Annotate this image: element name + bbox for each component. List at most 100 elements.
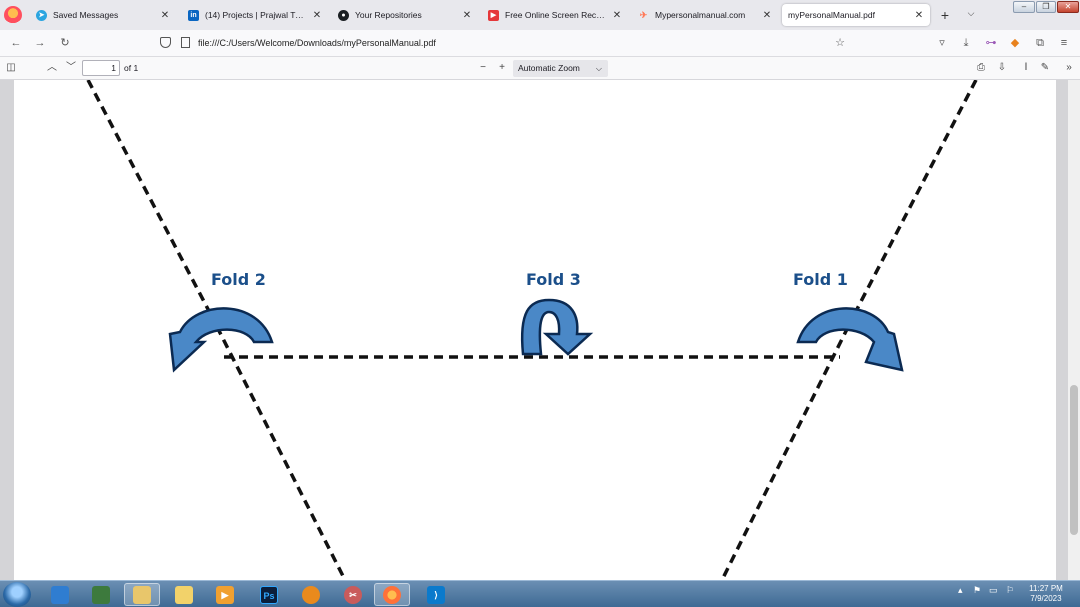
system-clock[interactable]: 11:27 PM 7/9/2023: [1025, 584, 1067, 604]
vertical-scrollbar[interactable]: [1068, 80, 1080, 580]
folder-icon: [133, 585, 151, 604]
back-button[interactable]: ←: [9, 36, 23, 50]
tab-title: (14) Projects | Prajwal Tulawe | L: [205, 10, 306, 20]
close-tab-icon[interactable]: ✕: [160, 10, 170, 21]
taskbar-photoshop[interactable]: Ps: [251, 583, 287, 606]
forward-button[interactable]: →: [33, 36, 47, 50]
recorder-icon: ▶: [488, 9, 499, 21]
downloads-icon[interactable]: ⤓: [959, 36, 973, 50]
taskbar-media-player[interactable]: ▶: [207, 583, 243, 606]
taskbar-snipping-tool[interactable]: ✂: [335, 583, 371, 606]
show-hidden-icons[interactable]: ▴: [958, 585, 963, 596]
notes-icon: [175, 585, 193, 604]
close-tab-icon[interactable]: ✕: [612, 10, 622, 21]
scrollbar-thumb[interactable]: [1070, 385, 1078, 535]
tab-title: Your Repositories: [355, 10, 422, 20]
draw-tool-icon[interactable]: ✎: [1038, 61, 1052, 75]
extension-icon[interactable]: ⊶: [984, 36, 998, 50]
navigation-bar: ← → ↻ file:///C:/Users/Welcome/Downloads…: [0, 30, 1080, 57]
close-tab-icon[interactable]: ✕: [462, 10, 472, 21]
tools-menu-icon[interactable]: »: [1062, 61, 1076, 75]
pdf-page: Fold 2 Fold 3 Fold 1: [14, 80, 1056, 580]
reload-button[interactable]: ↻: [58, 36, 72, 50]
taskbar-system-tool[interactable]: [83, 583, 119, 606]
tab-screen-recorder[interactable]: ▶ Free Online Screen Recorder & Vi ✕: [482, 4, 628, 26]
zoom-select[interactable]: Automatic Zoom ⌵: [513, 60, 608, 77]
tab-linkedin[interactable]: in (14) Projects | Prajwal Tulawe | L ✕: [182, 4, 328, 26]
tracking-protection-icon[interactable]: [160, 37, 171, 48]
tab-title: myPersonalManual.pdf: [788, 10, 875, 20]
taskbar-notes[interactable]: [166, 583, 202, 606]
photoshop-icon: Ps: [260, 585, 278, 604]
display-icon[interactable]: ▭: [989, 585, 998, 596]
list-all-tabs-button[interactable]: ⌵: [964, 8, 978, 19]
zoom-in-icon[interactable]: +: [495, 61, 509, 75]
taskbar-vscode[interactable]: ⟩: [418, 583, 454, 606]
firefox-menu-icon[interactable]: [4, 6, 22, 24]
action-center-icon[interactable]: ⚐: [1006, 585, 1014, 596]
restore-button[interactable]: ❐: [1036, 1, 1056, 13]
firefox-icon: [383, 585, 401, 604]
text-tool-icon[interactable]: Ⅰ: [1019, 61, 1033, 75]
fl-studio-icon: [302, 585, 320, 604]
taskbar-firefox[interactable]: [374, 583, 410, 606]
close-tab-icon[interactable]: ✕: [312, 10, 322, 21]
extensions-puzzle-icon[interactable]: ⧉: [1033, 36, 1047, 50]
fold-2-arrow-icon: [168, 307, 274, 373]
tab-strip: ➤ Saved Messages ✕ in (14) Projects | Pr…: [0, 0, 1080, 30]
page-info-icon[interactable]: [181, 37, 190, 48]
fold-3-label: Fold 3: [526, 270, 581, 289]
snipping-tool-icon: ✂: [344, 585, 362, 604]
network-icon[interactable]: ⚑: [973, 585, 981, 596]
fold-diagram: [86, 80, 978, 580]
pdf-toolbar: ◫ ︿ ﹀ 1 of 1 − + Automatic Zoom ⌵ ⎙ ⇩ Ⅰ …: [0, 57, 1080, 80]
windows-taskbar: ▶ Ps ✂ ⟩ ▴ ⚑ ▭ ⚐ 11:27 PM 7/9/2023: [0, 580, 1080, 607]
taskbar-fl-studio[interactable]: [293, 583, 329, 606]
taskbar-control-panel[interactable]: [42, 583, 78, 606]
clock-time: 11:27 PM: [1029, 584, 1063, 593]
zoom-out-icon[interactable]: −: [476, 61, 490, 75]
chevron-down-icon: ⌵: [595, 64, 602, 73]
save-icon[interactable]: ⇩: [995, 61, 1009, 75]
bookmark-star-icon[interactable]: ☆: [833, 36, 847, 50]
fold-line-right-upper: [853, 80, 978, 314]
url-bar[interactable]: file:///C:/Users/Welcome/Downloads/myPer…: [198, 38, 436, 48]
pocket-icon[interactable]: ▿: [935, 36, 949, 50]
previous-page-icon[interactable]: ︿: [45, 61, 59, 75]
control-panel-icon: [51, 585, 69, 604]
tab-title: Mypersonalmanual.com: [655, 10, 746, 20]
github-icon: ●: [338, 9, 349, 21]
fold-2-label: Fold 2: [211, 270, 266, 289]
tab-mypersonalmanual-pdf[interactable]: myPersonalManual.pdf ✕: [782, 4, 930, 26]
system-tool-icon: [92, 585, 110, 604]
clock-date: 7/9/2023: [1030, 594, 1062, 603]
next-page-icon[interactable]: ﹀: [64, 61, 78, 75]
page-number-input[interactable]: 1: [82, 60, 120, 76]
vscode-icon: ⟩: [427, 585, 445, 604]
close-tab-icon[interactable]: ✕: [762, 10, 772, 21]
print-icon[interactable]: ⎙: [974, 61, 988, 75]
pdf-viewer: Fold 2 Fold 3 Fold 1: [0, 80, 1080, 580]
menu-icon[interactable]: ≡: [1057, 36, 1071, 50]
taskbar-file-explorer[interactable]: [124, 583, 160, 606]
telegram-icon: ➤: [36, 9, 47, 21]
media-player-icon: ▶: [216, 585, 234, 604]
fold-line-right-lower: [720, 312, 857, 580]
fold-3-arrow-icon: [520, 298, 594, 356]
tab-title: Free Online Screen Recorder & Vi: [505, 10, 606, 20]
new-tab-button[interactable]: +: [938, 7, 952, 23]
site-icon: ✈: [639, 9, 648, 20]
metamask-icon[interactable]: ◆: [1008, 36, 1022, 50]
tab-mypersonalmanual-site[interactable]: ✈ Mypersonalmanual.com ✕: [632, 4, 778, 26]
sidebar-toggle-icon[interactable]: ◫: [4, 61, 18, 75]
tab-github[interactable]: ● Your Repositories ✕: [332, 4, 478, 26]
minimize-button[interactable]: –: [1013, 1, 1035, 13]
start-button[interactable]: [3, 582, 31, 607]
tab-saved-messages[interactable]: ➤ Saved Messages ✕: [30, 4, 176, 26]
fold-line-left-upper: [86, 80, 212, 314]
close-tab-icon[interactable]: ✕: [914, 10, 924, 21]
page-count: of 1: [124, 63, 139, 73]
tab-title: Saved Messages: [53, 10, 119, 20]
fold-1-arrow-icon: [796, 307, 904, 372]
close-window-button[interactable]: ✕: [1057, 1, 1079, 13]
